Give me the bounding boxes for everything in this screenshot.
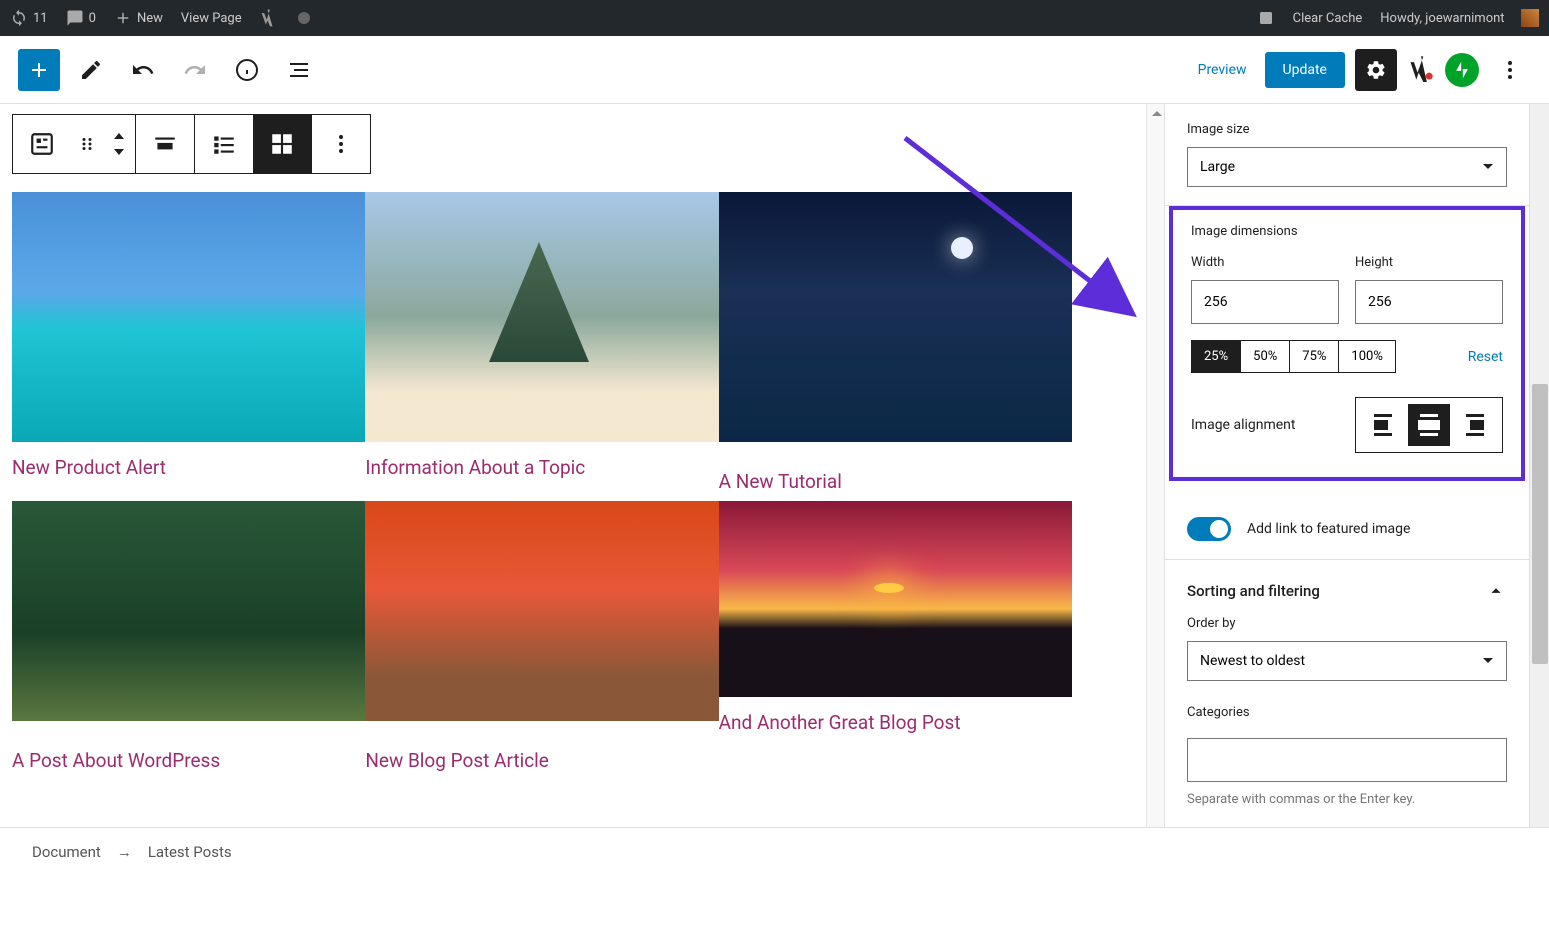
alignment-group xyxy=(1355,397,1503,453)
featured-image xyxy=(365,501,718,721)
image-size-select[interactable]: Large xyxy=(1187,147,1507,187)
image-dimensions-label: Image dimensions xyxy=(1191,224,1503,239)
post-title-link[interactable]: A New Tutorial xyxy=(719,442,1072,501)
featured-link-toggle-label: Add link to featured image xyxy=(1247,521,1410,537)
image-size-label: Image size xyxy=(1187,122,1507,137)
new-content-link[interactable]: New xyxy=(114,9,163,27)
jetpack-icon[interactable] xyxy=(1445,53,1479,87)
view-page-link[interactable]: View Page xyxy=(181,11,242,26)
align-left-button[interactable] xyxy=(1362,404,1404,446)
clear-cache-link[interactable]: Clear Cache xyxy=(1293,11,1363,26)
info-button[interactable] xyxy=(226,49,268,91)
categories-label: Categories xyxy=(1187,705,1507,720)
sort-filter-panel-header[interactable]: Sorting and filtering xyxy=(1165,560,1529,616)
drag-handle[interactable] xyxy=(71,115,103,173)
notification-icon[interactable] xyxy=(1257,9,1275,27)
pct-100-button[interactable]: 100% xyxy=(1339,341,1394,372)
align-center-button[interactable] xyxy=(1408,404,1450,446)
post-title-link[interactable]: A Post About WordPress xyxy=(12,721,365,780)
pct-75-button[interactable]: 75% xyxy=(1290,341,1339,372)
block-toolbar xyxy=(12,114,371,174)
featured-image xyxy=(719,192,1072,442)
reset-button[interactable]: Reset xyxy=(1468,349,1503,365)
undo-button[interactable] xyxy=(122,49,164,91)
avatar xyxy=(1521,9,1539,27)
block-breadcrumb: Document → Latest Posts xyxy=(0,827,1549,875)
status-dot-icon xyxy=(298,12,310,24)
align-button[interactable] xyxy=(136,115,194,173)
featured-image xyxy=(365,192,718,442)
post-title-link[interactable]: New Product Alert xyxy=(12,442,365,487)
editor-topbar: Preview Update xyxy=(0,36,1549,104)
pct-50-button[interactable]: 50% xyxy=(1241,341,1290,372)
move-buttons[interactable] xyxy=(103,115,135,173)
add-block-button[interactable] xyxy=(18,49,60,91)
featured-image xyxy=(12,192,365,442)
sidebar-scrollbar[interactable] xyxy=(1529,104,1549,827)
yoast-sidebar-icon[interactable] xyxy=(1407,54,1435,86)
width-label: Width xyxy=(1191,255,1339,270)
height-label: Height xyxy=(1355,255,1503,270)
breadcrumb-root[interactable]: Document xyxy=(32,843,101,861)
align-right-button[interactable] xyxy=(1454,404,1496,446)
height-input[interactable] xyxy=(1355,280,1503,324)
categories-input[interactable] xyxy=(1187,738,1507,782)
list-view-button[interactable] xyxy=(195,115,253,173)
settings-button[interactable] xyxy=(1355,49,1397,91)
preview-link[interactable]: Preview xyxy=(1190,62,1255,78)
image-alignment-label: Image alignment xyxy=(1191,417,1296,433)
grid-view-button[interactable] xyxy=(253,115,311,173)
update-button[interactable]: Update xyxy=(1265,52,1345,88)
featured-image xyxy=(719,501,1072,697)
yoast-admin-icon[interactable] xyxy=(260,8,280,28)
post-item[interactable]: A New Tutorial xyxy=(719,192,1072,501)
breadcrumb-current[interactable]: Latest Posts xyxy=(148,843,232,861)
more-options-button[interactable] xyxy=(1489,49,1531,91)
breadcrumb-separator: → xyxy=(117,843,132,861)
percent-preset-group: 25% 50% 75% 100% xyxy=(1191,340,1396,373)
howdy-user[interactable]: Howdy, joewarnimont xyxy=(1380,9,1539,27)
post-title-link[interactable]: Information About a Topic xyxy=(365,442,718,487)
post-item[interactable]: A Post About WordPress xyxy=(12,501,365,780)
outline-button[interactable] xyxy=(278,49,320,91)
edit-mode-button[interactable] xyxy=(70,49,112,91)
image-dimensions-panel: Image dimensions Width Height 25% 50% 75… xyxy=(1169,206,1525,481)
redo-button[interactable] xyxy=(174,49,216,91)
post-item[interactable]: New Blog Post Article xyxy=(365,501,718,780)
post-title-link[interactable]: New Blog Post Article xyxy=(365,721,718,780)
updates-indicator[interactable]: 11 xyxy=(10,9,48,27)
block-type-button[interactable] xyxy=(13,115,71,173)
post-item[interactable]: New Product Alert xyxy=(12,192,365,501)
order-by-select[interactable]: Newest to oldest xyxy=(1187,641,1507,681)
featured-image xyxy=(12,501,365,721)
featured-link-toggle[interactable] xyxy=(1187,517,1231,541)
categories-helper-text: Separate with commas or the Enter key. xyxy=(1187,792,1507,807)
comments-indicator[interactable]: 0 xyxy=(66,9,96,27)
latest-posts-block[interactable]: New Product Alert Information About a To… xyxy=(12,192,1072,780)
block-more-button[interactable] xyxy=(312,115,370,173)
width-input[interactable] xyxy=(1191,280,1339,324)
post-item[interactable]: Information About a Topic xyxy=(365,192,718,501)
pct-25-button[interactable]: 25% xyxy=(1192,341,1241,372)
settings-sidebar: Image size Large Image dimensions Width … xyxy=(1164,104,1529,827)
post-item[interactable]: And Another Great Blog Post xyxy=(719,501,1072,780)
post-title-link[interactable]: And Another Great Blog Post xyxy=(719,697,1072,742)
order-by-label: Order by xyxy=(1187,616,1507,631)
editor-canvas[interactable]: New Product Alert Information About a To… xyxy=(0,104,1146,827)
admin-bar: 11 0 New View Page Clear Cache Howdy, jo… xyxy=(0,0,1549,36)
editor-scrollbar[interactable] xyxy=(1146,104,1164,827)
chevron-up-icon xyxy=(1485,580,1507,602)
